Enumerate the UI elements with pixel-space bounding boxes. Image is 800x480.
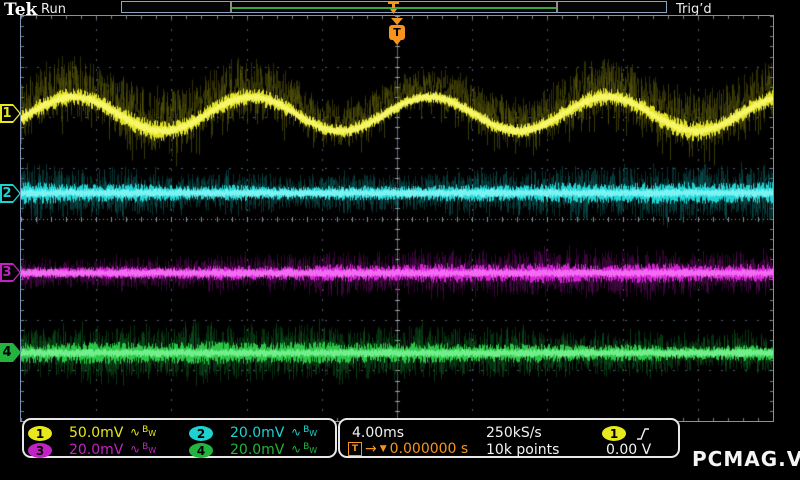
trigger-position-badge[interactable]: T [389,25,405,40]
channel-3-badge[interactable]: 3 [28,443,52,458]
channel-4-badge[interactable]: 4 [189,443,213,458]
channel-1-scale[interactable]: 50.0mV [69,425,123,441]
timebase-scale[interactable]: 4.00ms [352,425,404,441]
channel-1-marker[interactable]: 1 [0,104,21,123]
channel-2-coupling-bandwidth-icon: ∿ BW [291,425,318,439]
trigger-position-readout[interactable]: T → ▼ 0.000000 s [348,441,468,457]
channel-2-badge[interactable]: 2 [189,426,213,441]
trigger-pointer-icon: ▼ [379,444,387,454]
trigger-position-value: 0.000000 s [389,441,469,457]
trigger-badge-tip-icon [393,40,401,45]
channel-4-coupling-bandwidth-icon: ∿ BW [291,442,318,456]
channel-readouts-box: 1 50.0mV ∿ BW 2 20.0mV ∿ BW 3 20.0mV ∿ BW 4… [22,418,337,458]
waveform-display: T [20,15,774,422]
rising-edge-icon [637,428,649,440]
sample-rate: 250kS/s [486,425,542,441]
channel-4-scale[interactable]: 20.0mV [230,442,284,458]
record-length: 10k points [486,442,560,458]
record-window-end-bracket [555,2,558,12]
channel-2-scale[interactable]: 20.0mV [230,425,284,441]
channel-3-coupling-bandwidth-icon: ∿ BW [130,442,157,456]
record-view-bar [121,1,667,14]
channel-4-marker[interactable]: 4 [0,343,21,362]
horizontal-trigger-box: 4.00ms 250kS/s 1 T → ▼ 0.000000 s 10k po… [338,418,680,458]
waveform-canvas [21,16,773,421]
trigger-level[interactable]: 0.00 V [606,442,651,458]
channel-2-marker[interactable]: 2 [0,184,21,203]
trigger-badge-label: T [393,26,401,39]
channel-1-badge[interactable]: 1 [28,426,52,441]
channel-1-marker-label: 1 [2,105,12,121]
channel-3-marker-label: 3 [2,264,12,280]
channel-4-marker-label: 4 [2,344,12,360]
channel-3-marker[interactable]: 3 [0,263,21,282]
oscilloscope-screen: Tek Run Trig’d T 1 2 3 4 1 50.0mV ∿ BW 2… [0,0,800,480]
channel-2-marker-label: 2 [2,185,12,201]
channel-1-coupling-bandwidth-icon: ∿ BW [130,425,157,439]
trigger-arrow-icon: → [365,441,377,457]
trigger-source-badge[interactable]: 1 [602,426,626,441]
record-trigger-marker-icon [388,1,399,14]
trigger-position-arrow-icon[interactable] [391,18,403,25]
watermark: PCMAG.VN [692,447,800,471]
channel-3-scale[interactable]: 20.0mV [69,442,123,458]
trigger-t-icon: T [348,442,362,456]
